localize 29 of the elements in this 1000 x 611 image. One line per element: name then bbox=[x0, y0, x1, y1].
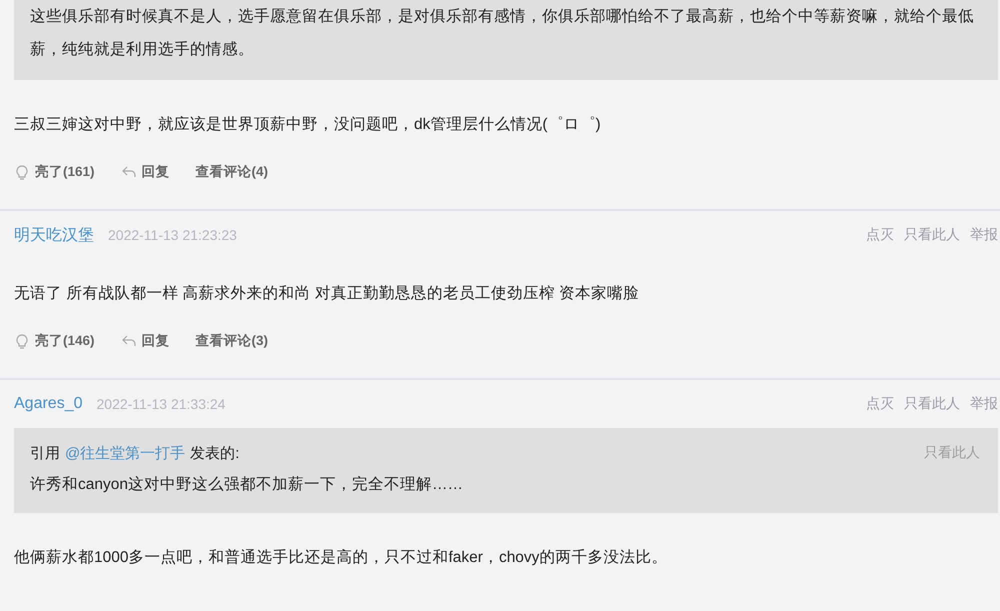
quote-label: 引用 bbox=[30, 444, 60, 462]
quoted-user-link[interactable]: @往生堂第一打手 bbox=[65, 444, 186, 462]
post-time: 2022-11-13 21:23:23 bbox=[108, 227, 237, 243]
only-this-user-link[interactable]: 只看此人 bbox=[904, 226, 960, 244]
report-link[interactable]: 举报 bbox=[970, 226, 998, 244]
quote-label: 发表的: bbox=[190, 444, 240, 462]
post-time: 2022-11-13 21:33:24 bbox=[96, 396, 226, 412]
quote-text: 许秀和canyon这对中野这么强都不加薪一下，完全不理解…… bbox=[30, 475, 464, 495]
only-this-user-link[interactable]: 只看此人 bbox=[904, 395, 960, 413]
reply-button[interactable]: 回复 bbox=[120, 332, 170, 350]
only-this-user-link[interactable]: 只看此人 bbox=[924, 444, 980, 462]
post-text: 无语了 所有战队都一样 高薪求外来的和尚 对真正勤勤恳恳的老员工使劲压榨 资本家嘴脸 bbox=[14, 284, 640, 304]
reply-arrow-icon bbox=[120, 333, 137, 349]
username-link[interactable]: 明天吃汉堡 bbox=[14, 224, 94, 246]
dislike-link[interactable]: 点灭 bbox=[866, 226, 894, 244]
dislike-link[interactable]: 点灭 bbox=[866, 395, 894, 413]
post-text: 他俩薪水都1000多一点吧，和普通选手比还是高的，只不过和faker，chovy的两千多没法比。 bbox=[14, 548, 668, 568]
light-button[interactable]: 亮了(161) bbox=[14, 163, 95, 181]
view-comments-link[interactable]: 查看评论(3) bbox=[196, 332, 268, 350]
reply-arrow-icon bbox=[120, 164, 137, 180]
light-button[interactable]: 亮了(146) bbox=[14, 332, 95, 350]
lightbulb-icon bbox=[14, 164, 30, 180]
username-link[interactable]: Agares_0 bbox=[14, 395, 82, 413]
reply-button[interactable]: 回复 bbox=[120, 163, 170, 181]
view-comments-link[interactable]: 查看评论(4) bbox=[196, 163, 268, 181]
lightbulb-icon bbox=[14, 333, 30, 349]
quote-text: 这些俱乐部有时候真不是人，选手愿意留在俱乐部，是对俱乐部有感情，你俱乐部哪怕给不了最高薪，也给个中等薪资嘛，就给个最低薪，纯纯就是利用选手的情感。 bbox=[30, 7, 975, 60]
report-link[interactable]: 举报 bbox=[970, 395, 998, 413]
post-text: 三叔三婶这对中野，就应该是世界顶薪中野，没问题吧，dk管理层什么情况(゜ロ゜) bbox=[14, 115, 602, 135]
